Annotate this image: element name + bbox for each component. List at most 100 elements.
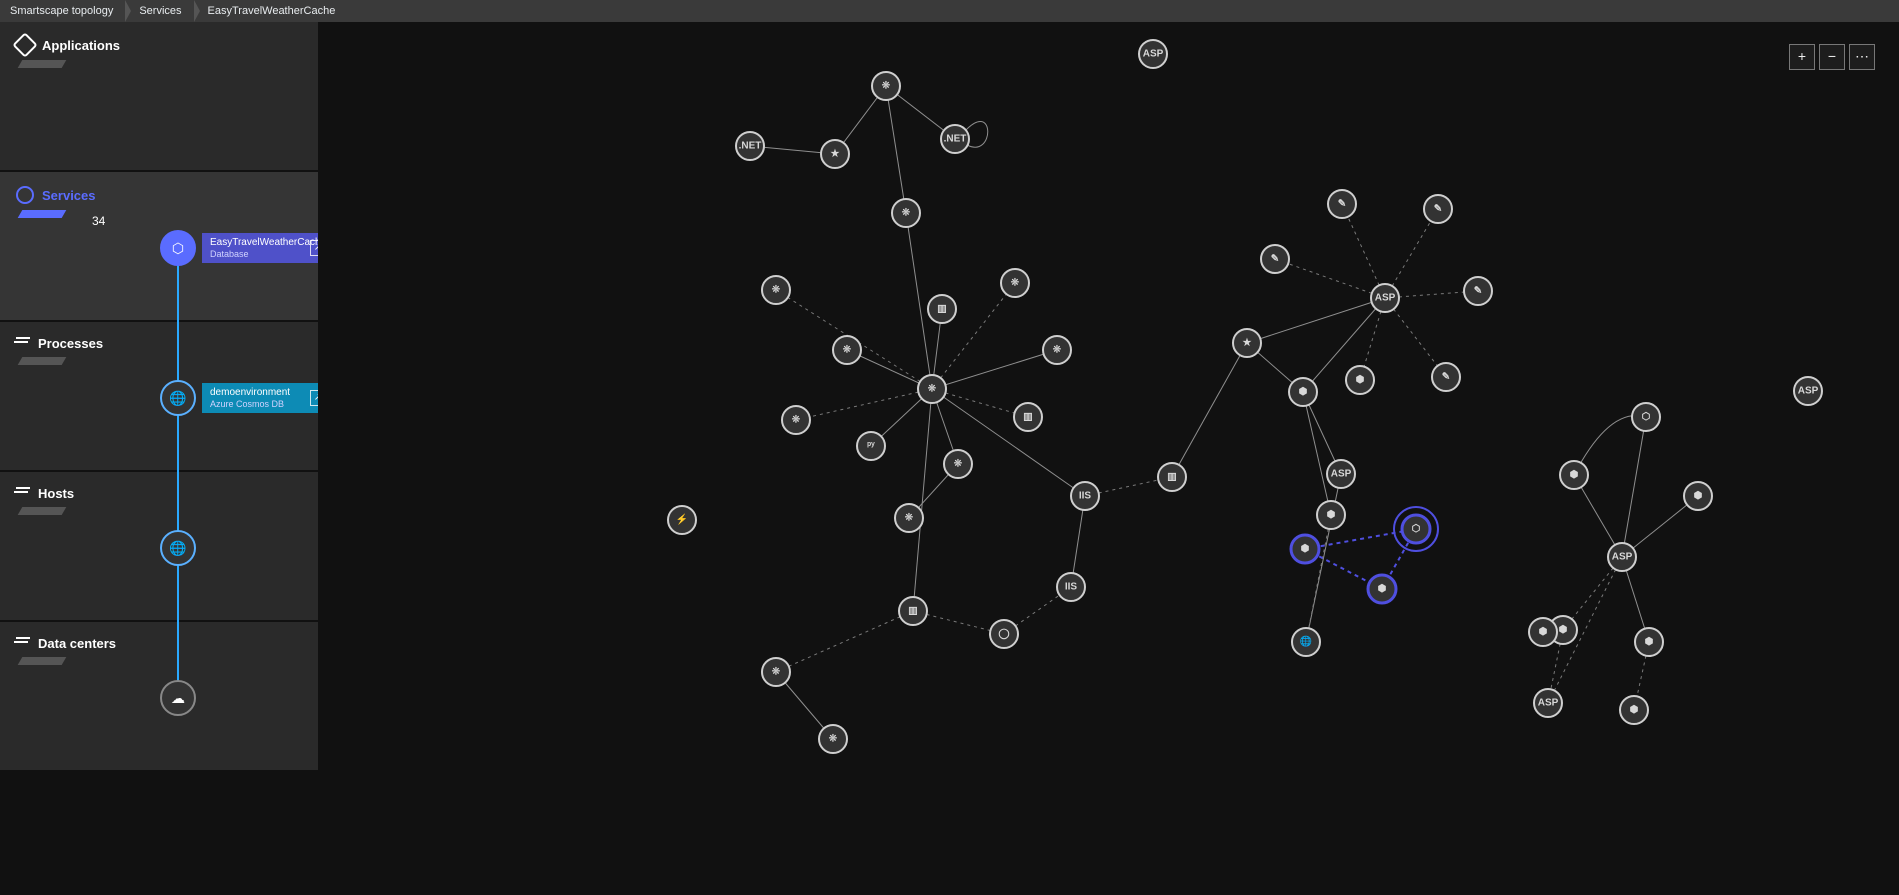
breadcrumb-services[interactable]: Services	[133, 0, 193, 22]
layer-applications-label: Applications	[42, 38, 120, 53]
service-callout-title: EasyTravelWeatherCache	[210, 237, 306, 249]
selected-service-node[interactable]: ⬡	[160, 230, 196, 266]
topology-node-icon: ❊	[928, 384, 937, 395]
topology-node-icon: ASP	[1143, 49, 1164, 60]
topology-node-icon: ◯	[998, 629, 1009, 640]
topology-node-icon: ASP	[1612, 552, 1633, 563]
topology-edge	[906, 213, 932, 389]
layer-datacenters[interactable]: Data centers ☁	[0, 622, 318, 772]
topology-node-icon: ❊	[954, 459, 963, 470]
topology-node-icon: ⬢	[1301, 544, 1310, 555]
chevron-right-icon	[125, 0, 131, 22]
topology-edge	[796, 389, 932, 420]
layer-underline	[18, 507, 67, 515]
topology-edge	[1622, 417, 1646, 557]
topology-edge	[1172, 343, 1247, 477]
layer-underline	[18, 657, 67, 665]
process-callout[interactable]: demoenvironment Azure Cosmos DB ↗	[202, 383, 330, 414]
canvas-more-button[interactable]: ⋯	[1849, 44, 1875, 70]
layer-connection-line	[177, 247, 179, 704]
topology-edge	[1303, 392, 1331, 515]
topology-edge	[932, 389, 1085, 496]
topology-node-icon: ▥	[908, 606, 917, 617]
topology-node-icon: ★	[831, 149, 840, 160]
topology-node-icon: ⬢	[1378, 584, 1387, 595]
chevron-right-icon	[194, 0, 200, 22]
datacenters-icon	[16, 637, 30, 651]
topology-node-icon: ⬢	[1630, 705, 1639, 716]
topology-node-icon: ▥	[1023, 412, 1032, 423]
breadcrumb: Smartscape topology Services EasyTravelW…	[0, 0, 1899, 22]
topology-node-icon: ⬢	[1327, 510, 1336, 521]
topology-node-icon: ▥	[937, 304, 946, 315]
layer-datacenters-label: Data centers	[38, 636, 116, 651]
topology-node-icon: ★	[1243, 338, 1252, 349]
layer-applications[interactable]: Applications	[0, 22, 318, 172]
topology-edge	[1305, 529, 1416, 549]
zoom-out-button[interactable]: −	[1819, 44, 1845, 70]
topology-edge	[776, 611, 913, 672]
zoom-in-button[interactable]: +	[1789, 44, 1815, 70]
selected-host-node[interactable]: 🌐	[160, 530, 196, 566]
topology-node-icon: ⬢	[1356, 375, 1365, 386]
hosts-icon	[16, 487, 30, 501]
topology-node-icon: ❊	[882, 81, 891, 92]
topology-node-icon: .NET	[944, 134, 967, 145]
topology-node-icon: ⬢	[1559, 625, 1568, 636]
topology-node-icon: ⬢	[1539, 627, 1548, 638]
topology-node-icon: ❊	[1053, 345, 1062, 356]
topology-edge	[886, 86, 906, 213]
process-callout-subtitle: Azure Cosmos DB	[210, 399, 306, 410]
process-callout-title: demoenvironment	[210, 387, 306, 399]
topology-node-icon: ❊	[792, 415, 801, 426]
topology-edge	[932, 350, 1057, 389]
topology-node-icon: ❊	[905, 513, 914, 524]
layer-sidebar: Applications Services 34 ⬡ EasyTravelWea…	[0, 22, 318, 895]
topology-edge	[1342, 204, 1385, 298]
layer-hosts[interactable]: Hosts 🌐	[0, 472, 318, 622]
topology-node-icon: ❊	[772, 667, 781, 678]
topology-canvas[interactable]: + − ⋯ ❊★.NET.NET❊❊▥❊❊❊❊ᵖʸ❊▥❊IIS❊⚡IIS▥◯❊❊…	[318, 22, 1899, 895]
services-count: 34	[92, 214, 105, 228]
breadcrumb-root[interactable]: Smartscape topology	[4, 0, 125, 22]
layer-processes[interactable]: Processes 🌐 demoenvironment Azure Cosmos…	[0, 322, 318, 472]
service-callout-subtitle: Database	[210, 249, 306, 260]
topology-node-icon: ❊	[829, 734, 838, 745]
topology-node-icon: ⬡	[1642, 412, 1651, 423]
topology-node-icon: ⬢	[1694, 491, 1703, 502]
topology-edge	[1247, 298, 1385, 343]
topology-node-icon: ASP	[1331, 469, 1352, 480]
topology-node-icon: ᵖʸ	[867, 441, 875, 452]
topology-graph[interactable]: ❊★.NET.NET❊❊▥❊❊❊❊ᵖʸ❊▥❊IIS❊⚡IIS▥◯❊❊ASP✎✎✎…	[318, 22, 1899, 895]
canvas-toolbox: + − ⋯	[1789, 44, 1875, 70]
topology-edge	[932, 389, 1028, 417]
topology-node-icon: .NET	[739, 141, 762, 152]
topology-node-icon: ⬢	[1299, 387, 1308, 398]
processes-icon	[16, 337, 30, 351]
topology-node-icon: 🌐	[1300, 635, 1312, 648]
topology-edge	[1275, 259, 1385, 298]
topology-node-icon: ▥	[1167, 472, 1176, 483]
topology-node-icon: IIS	[1065, 582, 1078, 593]
layer-services[interactable]: Services 34 ⬡ EasyTravelWeatherCache Dat…	[0, 172, 318, 322]
topology-node-icon: ❊	[772, 285, 781, 296]
topology-node-icon: ASP	[1538, 698, 1559, 709]
topology-node-icon: ⬢	[1645, 637, 1654, 648]
topology-node-icon: ✎	[1442, 372, 1450, 383]
topology-node-icon: ❊	[902, 208, 911, 219]
topology-node-icon: ASP	[1798, 386, 1819, 397]
breadcrumb-current: EasyTravelWeatherCache	[202, 0, 348, 22]
layer-underline	[18, 210, 67, 218]
service-callout[interactable]: EasyTravelWeatherCache Database ↗	[202, 233, 330, 264]
services-icon	[12, 182, 37, 207]
topology-node-icon: ASP	[1375, 293, 1396, 304]
topology-node-icon: ✎	[1434, 204, 1442, 215]
topology-edge	[1385, 209, 1438, 298]
layer-hosts-label: Hosts	[38, 486, 74, 501]
topology-node-icon: ❊	[843, 345, 852, 356]
topology-node-icon: ⬢	[1570, 470, 1579, 481]
selected-process-node[interactable]: 🌐	[160, 380, 196, 416]
selected-datacenter-node[interactable]: ☁	[160, 680, 196, 716]
layer-underline	[18, 357, 67, 365]
topology-node-icon: ⬡	[1412, 524, 1421, 535]
